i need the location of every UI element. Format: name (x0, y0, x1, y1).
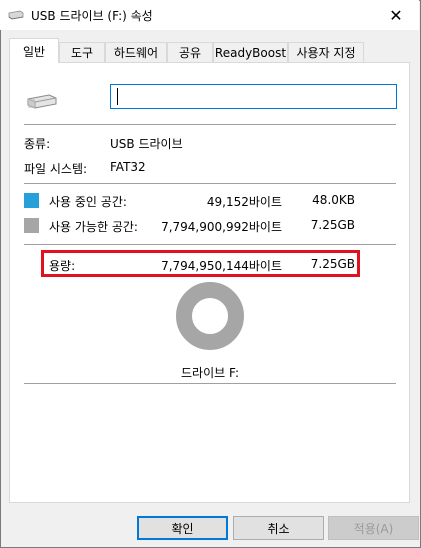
free-space-bytes: 7,794,900,992바이트 (161, 220, 282, 234)
ok-button-label: 확인 (171, 521, 194, 536)
drive-caption: 드라이브 F: (181, 366, 239, 380)
used-space-label: 사용 중인 공간: (49, 195, 127, 209)
free-space-swatch (24, 218, 39, 233)
capacity-size: 7.25GB (310, 257, 355, 271)
capacity-bytes: 7,794,950,144바이트 (161, 259, 282, 273)
type-value: USB 드라이브 (110, 137, 183, 151)
tab-label: ReadyBoost (214, 45, 287, 60)
apply-button-label: 적용(A) (353, 521, 394, 536)
free-space-size: 7.25GB (310, 218, 355, 232)
used-space-bytes: 49,152바이트 (206, 195, 282, 209)
used-space-swatch (24, 193, 39, 208)
tab-tools[interactable]: 도구 (59, 42, 105, 62)
tab-readyboost[interactable]: ReadyBoost (213, 42, 288, 62)
divider (24, 244, 396, 245)
usb-drive-icon (8, 10, 24, 20)
usb-drive-icon (27, 94, 57, 109)
filesystem-value: FAT32 (110, 160, 146, 174)
used-space-size: 48.0KB (312, 193, 355, 207)
apply-button[interactable]: 적용(A) (328, 516, 419, 540)
tab-customize[interactable]: 사용자 지정 (288, 42, 364, 62)
divider (24, 183, 396, 184)
title-bar: USB 드라이브 (F:) 속성 ✕ (0, 0, 419, 30)
window-title: USB 드라이브 (F:) 속성 (31, 9, 153, 23)
tab-label: 사용자 지정 (296, 46, 356, 60)
divider (24, 124, 396, 125)
close-button[interactable]: ✕ (373, 0, 419, 30)
free-space-label: 사용 가능한 공간: (49, 220, 138, 234)
tab-sharing[interactable]: 공유 (167, 42, 213, 62)
filesystem-label: 파일 시스템: (24, 162, 88, 176)
tab-hardware[interactable]: 하드웨어 (105, 42, 167, 62)
text-caret (117, 88, 118, 105)
cancel-button[interactable]: 취소 (233, 516, 324, 540)
tab-general[interactable]: 일반 (9, 38, 59, 63)
capacity-label: 용량: (49, 259, 76, 273)
tab-label: 공유 (178, 46, 202, 60)
usage-donut-chart (176, 282, 244, 350)
tab-label: 하드웨어 (113, 46, 159, 60)
tab-label: 일반 (22, 44, 46, 59)
divider (24, 383, 396, 384)
type-label: 종류: (24, 137, 51, 151)
ok-button[interactable]: 확인 (137, 516, 228, 540)
close-icon: ✕ (389, 5, 403, 25)
tab-label: 도구 (70, 46, 94, 60)
drive-name-input[interactable] (110, 84, 397, 109)
cancel-button-label: 취소 (267, 521, 290, 536)
